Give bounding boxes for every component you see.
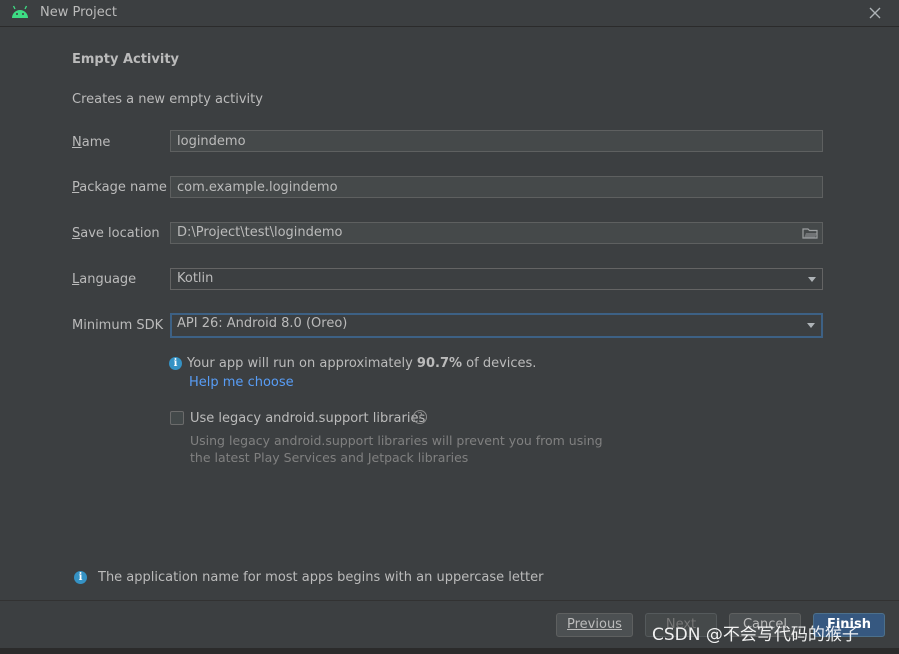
window-title: New Project — [40, 5, 117, 20]
close-icon[interactable] — [866, 4, 884, 22]
save-location-value: D:\Project\test\logindemo — [177, 225, 343, 240]
min-sdk-value: API 26: Android 8.0 (Oreo) — [177, 316, 348, 331]
folder-icon[interactable] — [802, 226, 818, 240]
language-value: Kotlin — [177, 271, 214, 286]
language-label: Language — [72, 272, 137, 287]
name-label: Name — [72, 135, 111, 150]
min-sdk-dropdown[interactable]: API 26: Android 8.0 (Oreo) — [170, 313, 823, 338]
legacy-libraries-label[interactable]: Use legacy android.support libraries — [190, 411, 425, 426]
info-icon: i — [74, 571, 87, 584]
title-bar: New Project — [0, 0, 899, 27]
watermark: CSDN @不会写代码的猴子 — [652, 625, 859, 645]
package-name-field[interactable] — [170, 176, 823, 198]
bottom-strip — [0, 648, 899, 654]
info-icon: i — [169, 357, 182, 370]
min-sdk-label: Minimum SDK — [72, 318, 164, 333]
divider — [0, 600, 899, 601]
language-dropdown[interactable]: Kotlin — [170, 268, 823, 290]
help-icon[interactable]: ? — [413, 410, 427, 424]
previous-button[interactable]: Previous — [556, 613, 633, 637]
chevron-down-icon — [808, 277, 816, 282]
legacy-libraries-checkbox[interactable] — [170, 411, 184, 425]
save-location-field[interactable]: D:\Project\test\logindemo — [170, 222, 823, 244]
help-me-choose-link[interactable]: Help me choose — [189, 375, 294, 390]
save-location-label: Save location — [72, 226, 160, 241]
android-icon — [12, 5, 28, 18]
device-coverage-text: Your app will run on approximately 90.7%… — [187, 356, 537, 371]
footer-hint: The application name for most apps begin… — [98, 570, 544, 585]
page-subtitle: Creates a new empty activity — [72, 92, 263, 107]
legacy-libraries-description: Using legacy android.support libraries w… — [190, 433, 603, 465]
name-field[interactable] — [170, 130, 823, 152]
chevron-down-icon — [807, 323, 815, 328]
page-title: Empty Activity — [72, 52, 180, 67]
package-name-label: Package name — [72, 180, 167, 195]
